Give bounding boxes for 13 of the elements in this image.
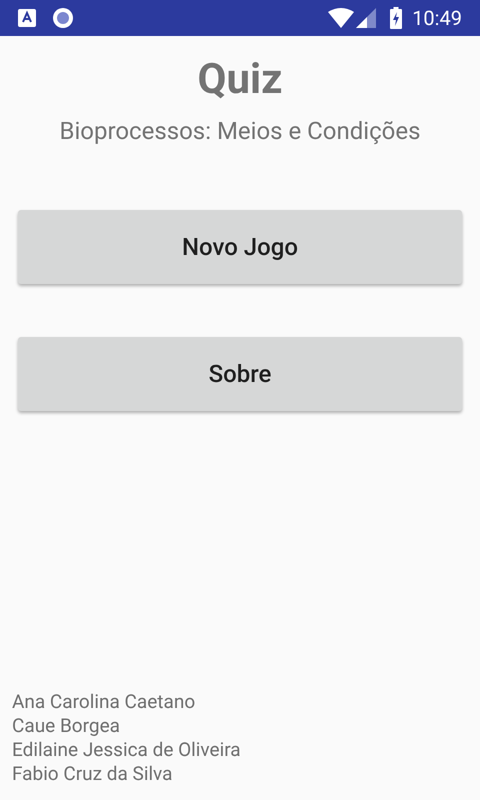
author-name: Caue Borgea	[12, 714, 121, 738]
battery-charging-icon	[390, 7, 402, 29]
signal-icon	[356, 8, 376, 28]
status-time: 10:49	[412, 5, 462, 32]
menu-button[interactable]: Novo Jogo	[18, 210, 462, 284]
app-notification-icon	[18, 9, 36, 27]
record-icon	[52, 7, 74, 29]
author-name: Fabio Cruz da Silva	[12, 762, 174, 786]
author-name: Edilaine Jessica de Oliveira	[12, 738, 242, 762]
author-name: Ana Carolina Caetano	[12, 690, 196, 714]
app-subtitle: Bioprocessos: Meios e Condições	[60, 116, 420, 146]
menu-button[interactable]: Sobre	[18, 337, 462, 411]
app-title: Quiz	[198, 54, 282, 106]
